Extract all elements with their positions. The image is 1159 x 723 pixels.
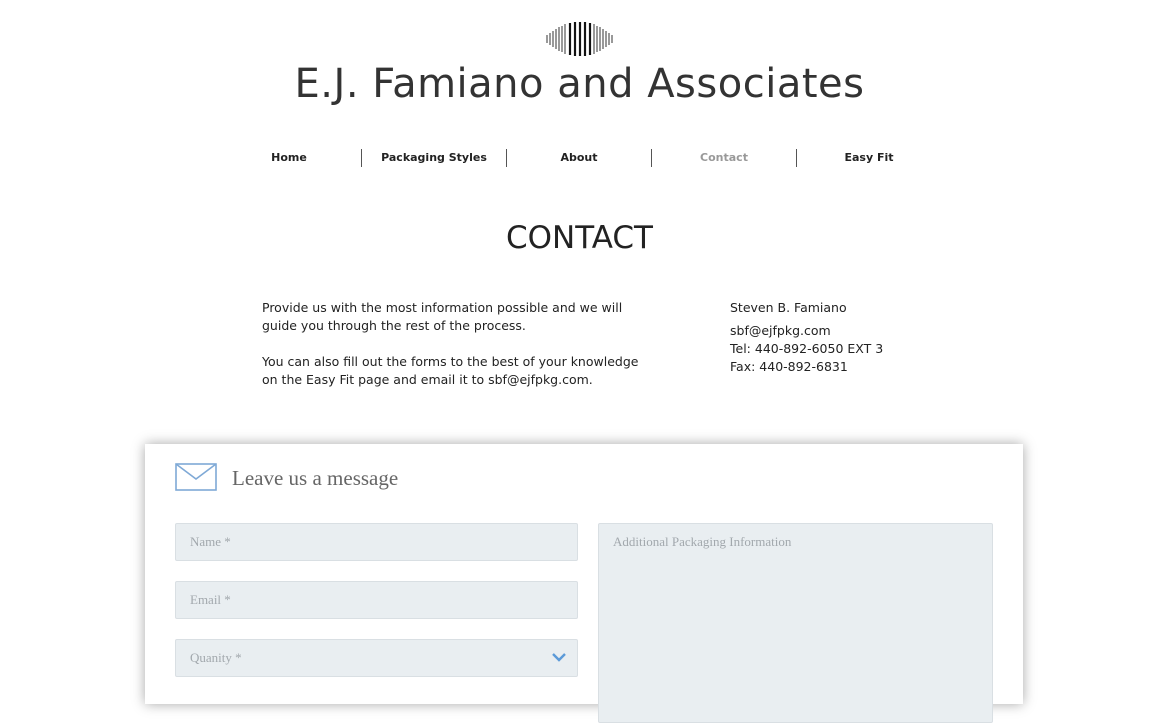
nav-contact[interactable]: Contact xyxy=(652,147,796,169)
intro-text: Provide us with the most information pos… xyxy=(262,299,642,389)
nav-about[interactable]: About xyxy=(507,147,651,169)
main-nav: Home Packaging Styles About Contact Easy… xyxy=(217,147,941,169)
envelope-icon xyxy=(175,463,217,491)
contact-tel: Tel: 440-892-6050 EXT 3 xyxy=(730,341,884,356)
site-title[interactable]: E.J. Famiano and Associates xyxy=(0,58,1159,110)
additional-info-textarea[interactable] xyxy=(598,523,993,723)
quantity-select-value: Quanity * xyxy=(175,639,578,677)
contact-fax: Fax: 440-892-6831 xyxy=(730,359,848,374)
nav-home[interactable]: Home xyxy=(217,147,361,169)
page-heading: CONTACT xyxy=(505,220,653,256)
intro-paragraph: Provide us with the most information pos… xyxy=(262,300,623,333)
name-input[interactable] xyxy=(175,523,578,561)
contact-email-link[interactable]: sbf@ejfpkg.com xyxy=(730,323,831,338)
contact-name: Steven B. Famiano xyxy=(730,300,847,315)
barcode-logo-icon xyxy=(546,22,613,56)
form-title: Leave us a message xyxy=(232,466,399,490)
email-input[interactable] xyxy=(175,581,578,619)
contact-info: Steven B. Famiano sbf@ejfpkg.com Tel: 44… xyxy=(730,299,990,376)
contact-form: Leave us a message Quanity * xyxy=(145,444,1023,723)
nav-easy-fit[interactable]: Easy Fit xyxy=(797,147,941,169)
quantity-select[interactable]: Quanity * xyxy=(175,639,578,677)
nav-packaging-styles[interactable]: Packaging Styles xyxy=(362,147,506,169)
intro-paragraph: You can also fill out the forms to the b… xyxy=(262,354,639,387)
chevron-down-icon xyxy=(552,653,566,662)
